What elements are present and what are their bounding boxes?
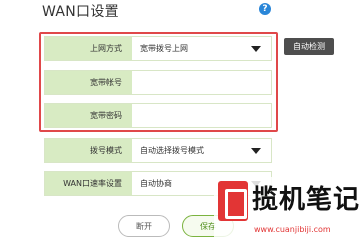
page-title: WAN口设置 [42, 4, 119, 20]
password-row: 宽带密码 [44, 103, 272, 128]
chevron-down-icon [251, 45, 261, 52]
dial-mode-label: 拨号模式 [45, 139, 132, 162]
account-input[interactable] [132, 71, 271, 94]
password-input[interactable] [132, 104, 271, 127]
chevron-down-icon [251, 147, 261, 154]
access-mode-label: 上网方式 [45, 37, 132, 60]
wan-speed-label: WAN口速率设置 [45, 172, 132, 195]
dial-mode-row: 拨号模式 自动选择拨号模式 [44, 138, 272, 163]
watermark-logo-icon [218, 181, 248, 221]
dial-mode-select[interactable]: 自动选择拨号模式 [132, 139, 271, 162]
wan-speed-value: 自动协商 [140, 179, 172, 188]
help-icon[interactable]: ? [259, 3, 271, 15]
access-mode-select[interactable]: 宽带拨号上网 [132, 37, 271, 60]
watermark-title: 揽机笔记 [252, 185, 360, 215]
account-label: 宽带帐号 [45, 71, 132, 94]
dial-mode-value: 自动选择拨号模式 [140, 146, 204, 155]
account-row: 宽带帐号 [44, 70, 272, 95]
password-label: 宽带密码 [45, 104, 132, 127]
access-mode-value: 宽带拨号上网 [140, 44, 188, 53]
watermark: 揽机笔记 www.cuanjibiji.com [214, 177, 360, 240]
access-mode-row: 上网方式 宽带拨号上网 [44, 36, 272, 61]
auto-detect-button[interactable]: 自动检测 [284, 38, 334, 55]
disconnect-button[interactable]: 断开 [118, 215, 170, 237]
watermark-url: www.cuanjibiji.com [254, 225, 331, 234]
